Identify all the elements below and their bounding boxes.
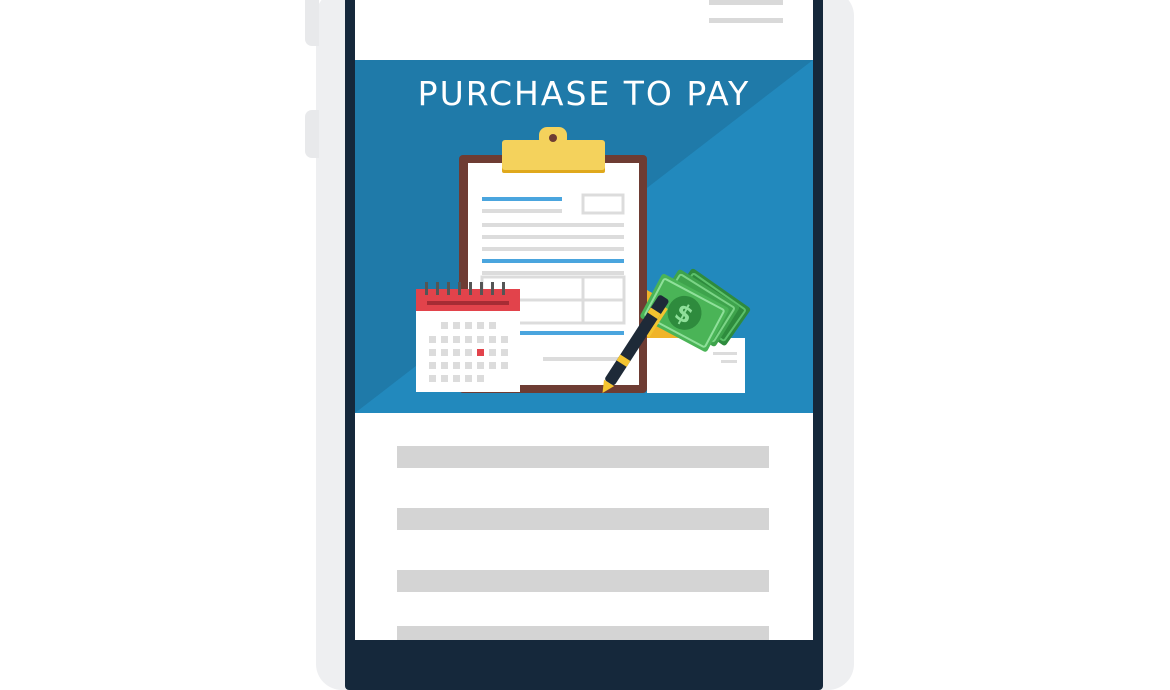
hero-banner: PURCHASE TO PAY $	[355, 60, 813, 413]
content-placeholder-line	[397, 446, 769, 468]
phone-screen: PURCHASE TO PAY $	[355, 0, 813, 640]
calendar-highlight-day	[477, 349, 484, 356]
menu-icon[interactable]	[355, 0, 813, 30]
menu-line	[709, 18, 783, 23]
illustration: $	[416, 127, 751, 393]
content-placeholder-line	[397, 570, 769, 592]
side-button[interactable]	[305, 0, 319, 46]
content-placeholder-line	[397, 626, 769, 640]
calendar-icon	[416, 282, 520, 392]
menu-line	[709, 0, 783, 5]
content-placeholder-line	[397, 508, 769, 530]
side-button[interactable]	[305, 110, 319, 158]
